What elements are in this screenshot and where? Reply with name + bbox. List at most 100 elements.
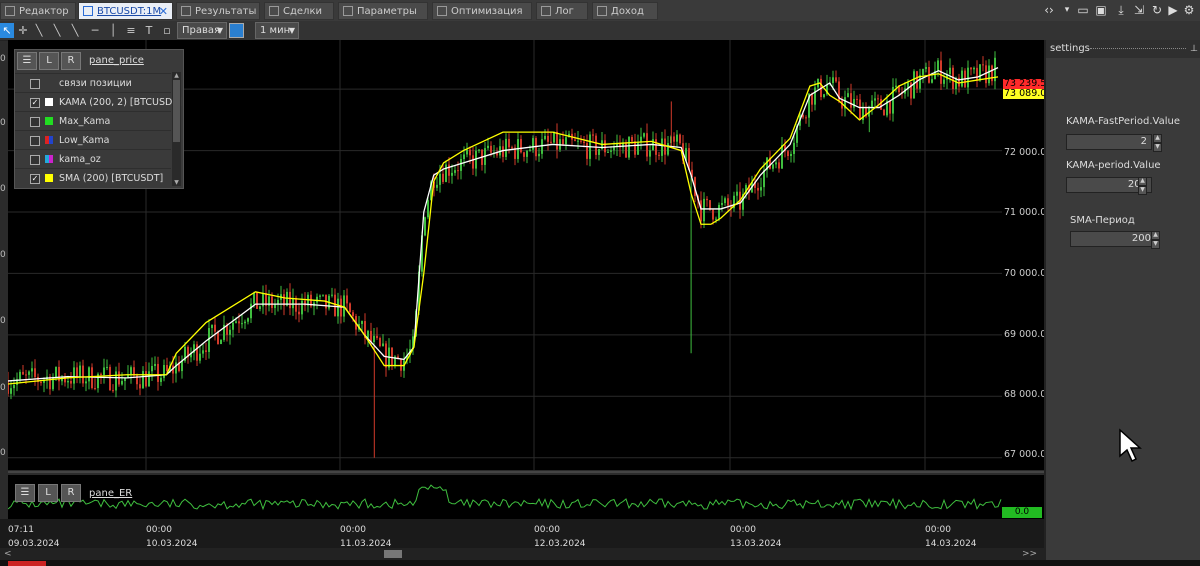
candle-body <box>712 209 714 220</box>
candle-body <box>220 339 222 345</box>
candle-body <box>10 388 12 394</box>
er-indicator-pane[interactable] <box>7 475 1002 519</box>
candle-body <box>943 79 945 84</box>
tab-trades[interactable]: Сделки <box>264 2 334 20</box>
legend-right-button[interactable]: R <box>61 52 81 70</box>
chevron-down-icon[interactable]: ▾ <box>1060 3 1074 17</box>
optimize-icon <box>437 6 447 16</box>
candle-body <box>139 384 141 389</box>
price-axis[interactable] <box>1002 40 1044 470</box>
timeframe-select[interactable]: 1 мин ▼ <box>255 22 299 39</box>
pane-divider[interactable] <box>8 471 1044 473</box>
tab-log[interactable]: Лог <box>536 2 588 20</box>
code-brackets-icon[interactable]: ‹› <box>1042 3 1056 17</box>
chevron-down-icon[interactable]: ▼ <box>1138 186 1147 195</box>
legend-scrollbar[interactable]: ▲ ▼ <box>172 72 181 186</box>
er-left-button[interactable]: L <box>38 484 58 502</box>
kama-period-stepper[interactable]: ▲ ▼ <box>1138 177 1147 195</box>
refresh-icon[interactable]: ↻ <box>1150 3 1164 17</box>
chevron-up-icon[interactable]: ▲ <box>1151 231 1160 240</box>
candle-body <box>664 138 666 155</box>
tab-btcusdt[interactable]: BTCUSDT:1M ✕ <box>78 2 173 20</box>
legend-checkbox[interactable]: ✓ <box>30 98 40 108</box>
legend-item[interactable]: Max_Kama <box>15 111 171 131</box>
vertical-line-tool-icon[interactable]: │ <box>106 23 120 38</box>
save-icon[interactable]: ▣ <box>1094 3 1108 17</box>
legend-checkbox[interactable] <box>30 79 40 89</box>
candle-body <box>556 131 558 150</box>
sma-period-stepper[interactable]: ▲ ▼ <box>1151 231 1160 249</box>
chevron-up-icon[interactable]: ▲ <box>1138 177 1147 186</box>
play-icon[interactable]: ▶ <box>1166 3 1180 17</box>
fibonacci-tool-icon[interactable]: ≡ <box>124 23 138 38</box>
note-tool-icon[interactable]: ▫ <box>160 23 174 38</box>
er-right-button[interactable]: R <box>61 484 81 502</box>
export-icon[interactable]: ⇲ <box>1132 3 1146 17</box>
tab-results[interactable]: Результаты <box>176 2 260 20</box>
pane-name[interactable]: pane_price <box>89 55 144 66</box>
candle-body <box>79 365 81 377</box>
legend-scroll-thumb[interactable] <box>173 80 180 142</box>
chevron-up-icon[interactable]: ▲ <box>1153 134 1162 143</box>
legend-checkbox[interactable] <box>30 155 40 165</box>
chart-scrollbar[interactable]: < >> <box>0 548 1044 560</box>
text-tool-icon[interactable]: T <box>142 23 156 38</box>
candle-body <box>436 184 438 188</box>
legend-checkbox[interactable] <box>30 136 40 146</box>
kama-fast-input[interactable]: 2 <box>1066 134 1152 150</box>
drag-handle[interactable] <box>1090 48 1186 51</box>
close-icon[interactable]: ✕ <box>159 3 168 19</box>
sma-period-input[interactable]: 200 <box>1070 231 1156 247</box>
candle-body <box>94 388 96 390</box>
candle-body <box>925 67 927 69</box>
legend-item[interactable]: Low_Kama <box>15 130 171 150</box>
tab-editor[interactable]: Редактор <box>0 2 76 20</box>
scroll-thumb[interactable] <box>384 550 402 558</box>
kama-fast-stepper[interactable]: ▲ ▼ <box>1153 134 1162 152</box>
candle-body <box>874 98 876 101</box>
candle-body <box>19 371 21 380</box>
candle-body <box>970 67 972 70</box>
list-icon[interactable]: ☰ <box>17 52 37 70</box>
chevron-down-icon[interactable]: ▼ <box>1151 240 1160 249</box>
tab-income[interactable]: Доход <box>592 2 658 20</box>
candle-body <box>538 153 540 157</box>
pin-icon[interactable]: ⊥ <box>1190 40 1198 58</box>
horizontal-line-tool-icon[interactable]: ─ <box>88 23 102 38</box>
scroll-up-icon[interactable]: ▲ <box>172 72 181 79</box>
candle-body <box>181 360 183 372</box>
tab-optimization[interactable]: Оптимизация <box>432 2 532 20</box>
scroll-down-icon[interactable]: ▼ <box>172 179 181 186</box>
line-tool-icon[interactable]: ╲ <box>32 23 46 38</box>
candle-body <box>271 296 273 309</box>
crosshair-tool-icon[interactable]: ✛ <box>16 23 30 38</box>
candle-body <box>121 381 123 385</box>
candle-body <box>22 371 24 375</box>
settings-gear-icon[interactable]: ⚙ <box>1182 3 1196 17</box>
legend-item[interactable]: kama_oz <box>15 149 171 169</box>
legend-checkbox[interactable]: ✓ <box>30 174 40 184</box>
extended-line-tool-icon[interactable]: ╲ <box>68 23 82 38</box>
tab-parameters[interactable]: Параметры <box>338 2 428 20</box>
legend-item[interactable]: связи позиции <box>15 73 171 93</box>
er-pane-name[interactable]: pane_ER <box>89 488 132 499</box>
legend-item[interactable]: ✓ SMA (200) [BTCUSDT] <box>15 168 171 188</box>
candle-body <box>367 330 369 338</box>
folder-icon[interactable]: ▭ <box>1076 3 1090 17</box>
align-select[interactable]: Правая ▼ <box>177 22 227 39</box>
download-icon[interactable]: ⤓ <box>1114 3 1128 17</box>
legend-item[interactable]: ✓ KAMA (200, 2) [BTCUSDT] <box>15 92 182 112</box>
cursor-tool-icon[interactable]: ↖ <box>0 23 14 38</box>
scroll-right-icon[interactable]: >> <box>1022 549 1037 559</box>
chevron-down-icon[interactable]: ▼ <box>1153 143 1162 152</box>
candle-body <box>760 187 762 191</box>
candle-body <box>361 321 363 324</box>
legend-checkbox[interactable] <box>30 117 40 127</box>
color-swatch[interactable] <box>229 23 244 38</box>
list-icon[interactable]: ☰ <box>15 484 35 502</box>
legend-left-button[interactable]: L <box>39 52 59 70</box>
ray-tool-icon[interactable]: ╲ <box>50 23 64 38</box>
time-tick-label: 00:00 11.03.2024 <box>340 524 392 550</box>
candle-body <box>502 146 504 157</box>
scroll-left-icon[interactable]: < <box>4 549 12 559</box>
